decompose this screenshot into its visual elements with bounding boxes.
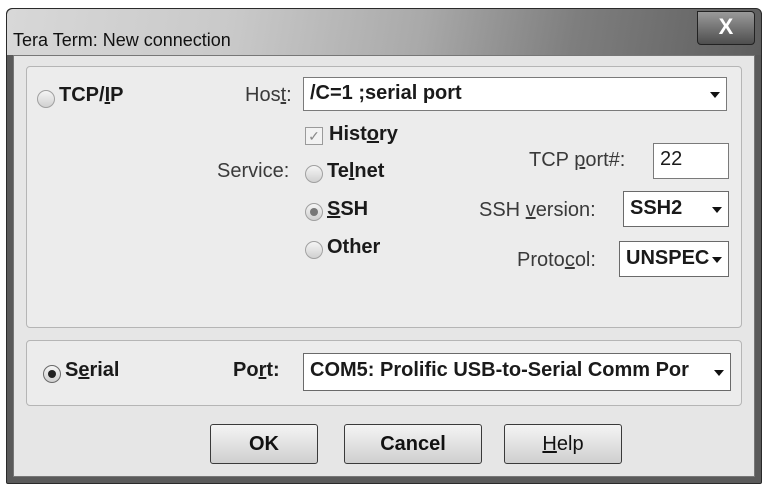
host-combobox[interactable]: /C=1 ;serial port bbox=[303, 77, 727, 111]
host-label-part: : bbox=[286, 84, 292, 106]
ssh-version-label-part: SSH bbox=[479, 199, 526, 221]
host-label: Host: bbox=[245, 84, 292, 107]
ssh-label-accel: S bbox=[327, 198, 341, 220]
tcp-port-label-part: TCP bbox=[529, 149, 575, 171]
chevron-down-icon[interactable] bbox=[712, 257, 722, 263]
close-button[interactable]: X bbox=[697, 11, 755, 45]
ssh-radio[interactable] bbox=[305, 203, 323, 221]
window-title: Tera Term: New connection bbox=[13, 30, 231, 50]
tcpip-label-part: TCP/ bbox=[59, 84, 105, 106]
protocol-label-accel: c bbox=[564, 249, 575, 271]
telnet-label-part: net bbox=[354, 160, 385, 182]
telnet-label-part: Te bbox=[327, 160, 349, 182]
history-checkbox[interactable]: ✓ bbox=[305, 127, 323, 145]
port-label-part: Po bbox=[233, 359, 259, 381]
ssh-version-select[interactable]: SSH2 bbox=[623, 191, 729, 227]
serial-label[interactable]: Serial bbox=[65, 359, 120, 382]
ok-button[interactable]: OK bbox=[210, 424, 318, 464]
protocol-select[interactable]: UNSPEC bbox=[619, 241, 729, 277]
chevron-down-icon[interactable] bbox=[712, 207, 722, 213]
serial-radio[interactable] bbox=[43, 365, 61, 383]
cancel-button[interactable]: Cancel bbox=[344, 424, 482, 464]
help-label-accel: H bbox=[542, 433, 557, 455]
protocol-label-part: ol: bbox=[574, 249, 596, 271]
dialog-body: TCP/IP Host: /C=1 ;serial port ✓ History… bbox=[13, 55, 755, 477]
ssh-version-value: SSH2 bbox=[630, 197, 683, 219]
chevron-down-icon[interactable] bbox=[714, 370, 724, 376]
title-bar[interactable]: Tera Term: New connection X bbox=[7, 9, 761, 55]
dialog-window: Tera Term: New connection X TCP/IP Host:… bbox=[6, 8, 762, 484]
tcp-port-label: TCP port#: bbox=[529, 149, 625, 172]
service-label: Service: bbox=[217, 160, 290, 182]
serial-label-part: S bbox=[65, 359, 79, 381]
history-label[interactable]: History bbox=[329, 123, 398, 146]
ssh-label-part: SH bbox=[340, 198, 369, 220]
serial-group: Serial Port: COM5: Prolific USB-to-Seria… bbox=[26, 340, 742, 406]
other-label[interactable]: Other bbox=[327, 236, 380, 259]
serial-label-part: rial bbox=[89, 359, 120, 381]
port-label-part: t: bbox=[266, 359, 280, 381]
protocol-label: Protocol: bbox=[517, 249, 596, 272]
chevron-down-icon[interactable] bbox=[710, 92, 720, 98]
tcpip-group: TCP/IP Host: /C=1 ;serial port ✓ History… bbox=[26, 66, 742, 328]
host-label-part: Hos bbox=[245, 84, 281, 106]
protocol-label-part: Proto bbox=[517, 249, 565, 271]
protocol-value: UNSPEC bbox=[626, 247, 710, 269]
tcpip-radio[interactable] bbox=[37, 90, 55, 108]
help-button[interactable]: Help bbox=[504, 424, 622, 464]
check-icon: ✓ bbox=[308, 128, 320, 144]
history-label-accel: o bbox=[366, 123, 380, 145]
port-value: COM5: Prolific USB-to-Serial Comm Por bbox=[310, 359, 689, 381]
help-label-part: elp bbox=[556, 433, 584, 455]
tcp-port-label-accel: p bbox=[574, 149, 586, 171]
serial-label-accel: e bbox=[78, 359, 90, 381]
host-value: /C=1 ;serial port bbox=[310, 82, 462, 104]
telnet-radio[interactable] bbox=[305, 165, 323, 183]
history-label-part: Hist bbox=[329, 123, 367, 145]
tcpip-label[interactable]: TCP/IP bbox=[59, 84, 123, 107]
tcp-port-label-part: ort#: bbox=[585, 149, 626, 171]
ssh-label[interactable]: SSH bbox=[327, 198, 368, 221]
ssh-version-label: SSH version: bbox=[479, 199, 596, 222]
history-label-part: ry bbox=[379, 123, 398, 145]
telnet-label[interactable]: Telnet bbox=[327, 160, 384, 183]
port-label: Port: bbox=[233, 359, 280, 382]
port-select[interactable]: COM5: Prolific USB-to-Serial Comm Por bbox=[303, 353, 731, 391]
other-radio[interactable] bbox=[305, 241, 323, 259]
tcp-port-input[interactable]: 22 bbox=[653, 143, 729, 179]
ssh-version-label-accel: v bbox=[525, 199, 536, 221]
tcpip-label-part: P bbox=[110, 84, 124, 106]
ssh-version-label-part: ersion: bbox=[535, 199, 596, 221]
